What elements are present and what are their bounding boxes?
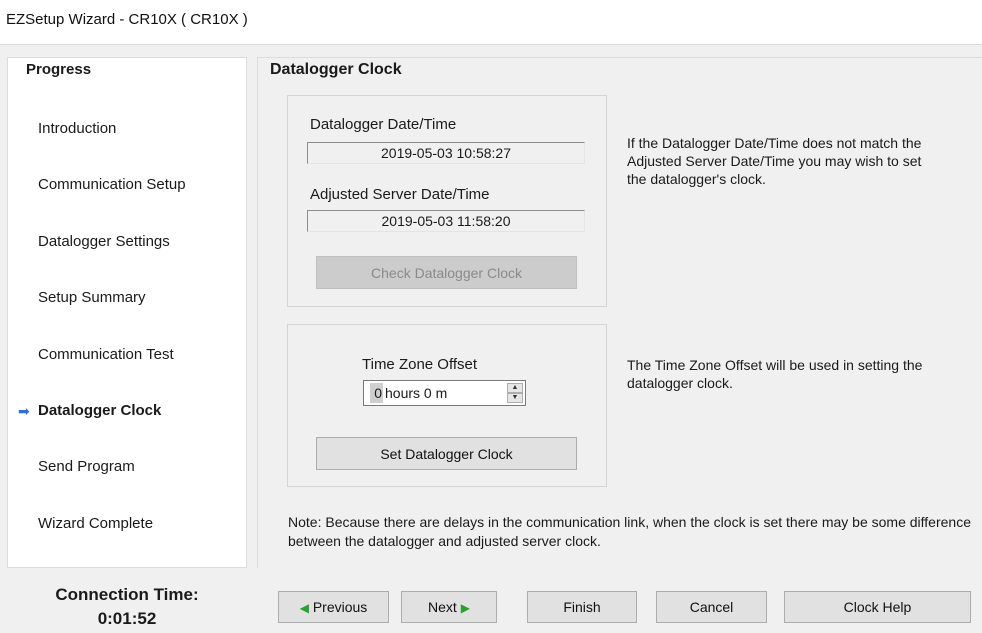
step-communication-test[interactable]: Communication Test bbox=[38, 346, 174, 363]
step-send-program[interactable]: Send Program bbox=[38, 458, 135, 475]
timezone-offset-spinner[interactable]: 0 hours 0 m ▲ ▼ bbox=[363, 380, 526, 406]
check-datalogger-clock-button[interactable]: Check Datalogger Clock bbox=[316, 256, 577, 289]
connection-time-label: Connection Time: bbox=[55, 585, 199, 604]
step-introduction[interactable]: Introduction bbox=[38, 120, 116, 137]
timezone-hours-value[interactable]: 0 bbox=[370, 383, 383, 403]
page-title: Datalogger Clock bbox=[270, 61, 402, 78]
datalogger-datetime-field: 2019-05-03 10:58:27 bbox=[307, 142, 585, 164]
timezone-info-text: The Time Zone Offset will be used in set… bbox=[627, 357, 923, 391]
progress-title: Progress bbox=[26, 61, 92, 78]
right-arrow-icon: ▶ bbox=[460, 601, 470, 615]
clock-info-text: If the Datalogger Date/Time does not mat… bbox=[627, 135, 922, 187]
timezone-offset-label: Time Zone Offset bbox=[362, 356, 478, 373]
step-datalogger-settings[interactable]: Datalogger Settings bbox=[38, 233, 170, 250]
cancel-button[interactable]: Cancel bbox=[656, 591, 767, 623]
progress-sidebar: Progress Introduction Communication Setu… bbox=[7, 57, 247, 568]
connection-time: Connection Time: 0:01:52 bbox=[7, 583, 247, 631]
server-datetime-label: Adjusted Server Date/Time bbox=[310, 186, 490, 203]
spin-down-icon[interactable]: ▼ bbox=[507, 393, 523, 403]
spin-up-icon[interactable]: ▲ bbox=[507, 383, 523, 393]
delay-note: Note: Because there are delays in the co… bbox=[288, 514, 971, 549]
previous-label: Previous bbox=[312, 599, 368, 615]
set-datalogger-clock-button[interactable]: Set Datalogger Clock bbox=[316, 437, 577, 470]
connection-time-value: 0:01:52 bbox=[97, 609, 157, 628]
datalogger-datetime-label: Datalogger Date/Time bbox=[310, 116, 457, 133]
window-titlebar: EZSetup Wizard - CR10X ( CR10X ) bbox=[0, 0, 982, 45]
current-step-arrow-icon: ➡ bbox=[18, 403, 30, 419]
server-datetime-field: 2019-05-03 11:58:20 bbox=[307, 210, 585, 232]
previous-button[interactable]: ◀ Previous bbox=[278, 591, 389, 623]
left-arrow-icon: ◀ bbox=[299, 601, 309, 615]
step-setup-summary[interactable]: Setup Summary bbox=[38, 289, 146, 306]
step-datalogger-clock[interactable]: Datalogger Clock bbox=[38, 402, 161, 419]
step-communication-setup[interactable]: Communication Setup bbox=[38, 176, 186, 193]
clock-help-button[interactable]: Clock Help bbox=[784, 591, 971, 623]
finish-button[interactable]: Finish bbox=[527, 591, 637, 623]
window-title: EZSetup Wizard - CR10X ( CR10X ) bbox=[6, 11, 248, 28]
timezone-unit-text: hours 0 m bbox=[385, 385, 448, 401]
next-label: Next bbox=[428, 599, 457, 615]
next-button[interactable]: Next ▶ bbox=[401, 591, 497, 623]
step-wizard-complete[interactable]: Wizard Complete bbox=[38, 515, 153, 532]
